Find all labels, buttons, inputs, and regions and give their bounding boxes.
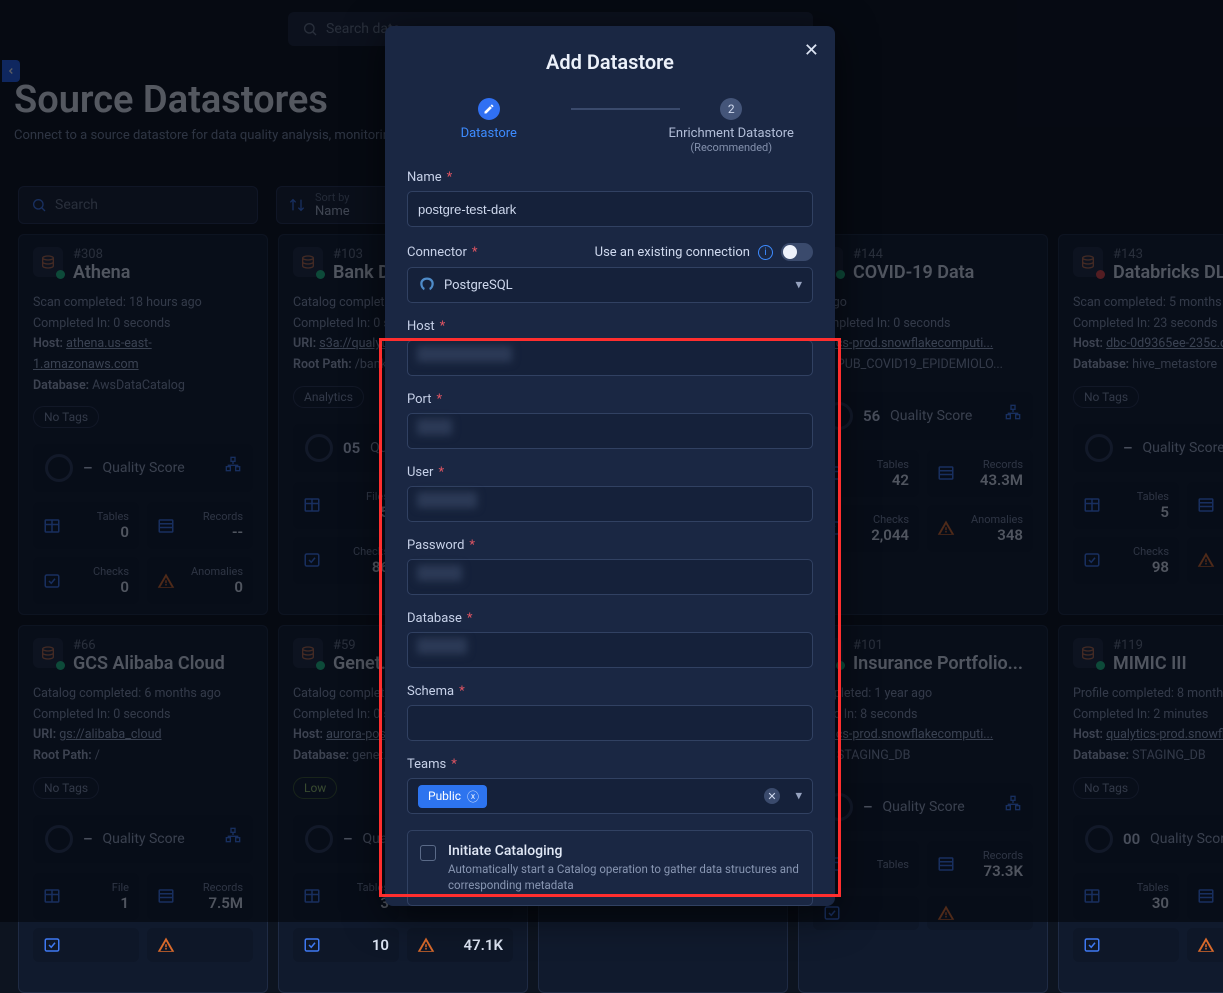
host-label: Host bbox=[407, 319, 435, 334]
step-1-indicator bbox=[478, 98, 500, 120]
chevron-down-icon: ▾ bbox=[795, 278, 802, 293]
checks-icon bbox=[1083, 936, 1101, 954]
initiate-cataloging-title: Initiate Cataloging bbox=[448, 843, 800, 859]
password-input[interactable] bbox=[407, 559, 813, 595]
use-existing-label: Use an existing connection bbox=[595, 245, 750, 260]
add-datastore-modal: ✕ Add Datastore Datastore 2 Enrichment D… bbox=[385, 26, 835, 906]
initiate-cataloging-option[interactable]: Initiate Cataloging Automatically start … bbox=[407, 830, 813, 906]
connector-value: PostgreSQL bbox=[444, 278, 513, 293]
stat-checks[interactable] bbox=[1073, 928, 1179, 962]
stat-checks[interactable] bbox=[33, 928, 139, 962]
checks-icon bbox=[43, 936, 61, 954]
schema-input[interactable] bbox=[407, 705, 813, 741]
stat-anomalies[interactable] bbox=[147, 928, 253, 962]
checks-icon bbox=[303, 936, 321, 954]
modal-title: Add Datastore bbox=[407, 50, 813, 74]
name-label: Name bbox=[407, 170, 442, 185]
step-1-label: Datastore bbox=[461, 126, 517, 141]
chevron-down-icon: ▾ bbox=[795, 789, 802, 804]
step-2-label: Enrichment Datastore bbox=[669, 126, 794, 141]
port-label: Port bbox=[407, 392, 432, 407]
chip-remove-icon[interactable]: ⓧ bbox=[467, 788, 479, 805]
schema-label: Schema bbox=[407, 684, 454, 699]
team-chip-public[interactable]: Public ⓧ bbox=[418, 785, 487, 808]
stat-anomalies[interactable]: 47.1K bbox=[407, 928, 513, 962]
password-label: Password bbox=[407, 538, 464, 553]
database-label: Database bbox=[407, 611, 462, 626]
initiate-cataloging-desc: Automatically start a Catalog operation … bbox=[448, 861, 800, 893]
chip-label: Public bbox=[428, 789, 461, 803]
teams-select[interactable]: Public ⓧ ✕ ▾ bbox=[407, 778, 813, 814]
step-2-sublabel: (Recommended) bbox=[690, 141, 772, 154]
use-existing-toggle[interactable] bbox=[781, 243, 813, 261]
close-button[interactable]: ✕ bbox=[804, 40, 819, 61]
stat-checks[interactable]: 10 bbox=[293, 928, 399, 962]
warning-icon bbox=[157, 936, 175, 954]
warning-icon bbox=[417, 936, 435, 954]
initiate-cataloging-checkbox[interactable] bbox=[420, 845, 436, 861]
name-input[interactable] bbox=[407, 191, 813, 227]
database-input[interactable] bbox=[407, 632, 813, 668]
info-icon[interactable]: i bbox=[758, 245, 773, 260]
stat-anomalies[interactable] bbox=[1187, 928, 1223, 962]
wizard-stepper: Datastore 2 Enrichment Datastore (Recomm… bbox=[407, 98, 813, 154]
step-2-indicator: 2 bbox=[720, 98, 742, 120]
warning-icon bbox=[1197, 936, 1215, 954]
connector-label: Connector bbox=[407, 245, 467, 260]
teams-label: Teams bbox=[407, 757, 446, 772]
user-label: User bbox=[407, 465, 433, 480]
postgresql-icon bbox=[418, 276, 436, 294]
clear-all-button[interactable]: ✕ bbox=[764, 788, 780, 804]
pencil-icon bbox=[483, 103, 495, 115]
port-input[interactable] bbox=[407, 413, 813, 449]
connector-select[interactable]: PostgreSQL ▾ bbox=[407, 267, 813, 303]
